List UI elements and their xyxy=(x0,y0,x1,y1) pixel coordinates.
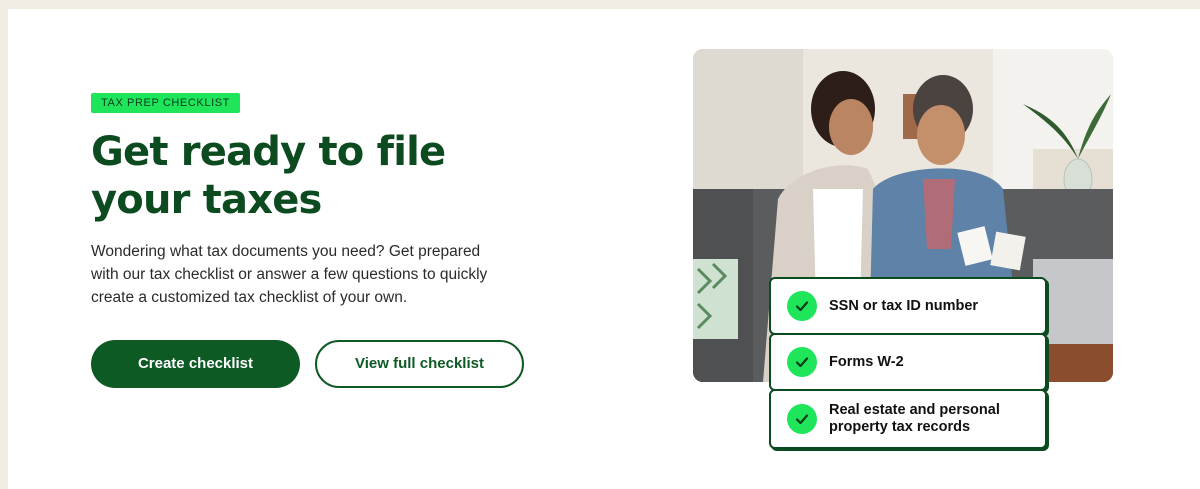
checkmark-icon xyxy=(787,404,817,434)
checklist-item-label: Forms W-2 xyxy=(829,353,904,370)
page-headline: Get ready to file your taxes xyxy=(91,129,446,223)
checklist-item: Real estate and personal property tax re… xyxy=(769,389,1047,449)
hero-description: Wondering what tax documents you need? G… xyxy=(91,243,488,306)
checklist-item: Forms W-2 xyxy=(769,333,1047,391)
checkmark-icon xyxy=(787,291,817,321)
checkmark-icon xyxy=(787,347,817,377)
checklist-item-label: Real estate and personal property tax re… xyxy=(829,402,1000,435)
tax-prep-badge: TAX PREP CHECKLIST xyxy=(91,93,240,113)
create-checklist-button[interactable]: Create checklist xyxy=(91,340,300,388)
checklist-item: SSN or tax ID number xyxy=(769,277,1047,335)
view-full-checklist-button[interactable]: View full checklist xyxy=(315,340,524,388)
checklist-item-label: SSN or tax ID number xyxy=(829,297,979,314)
